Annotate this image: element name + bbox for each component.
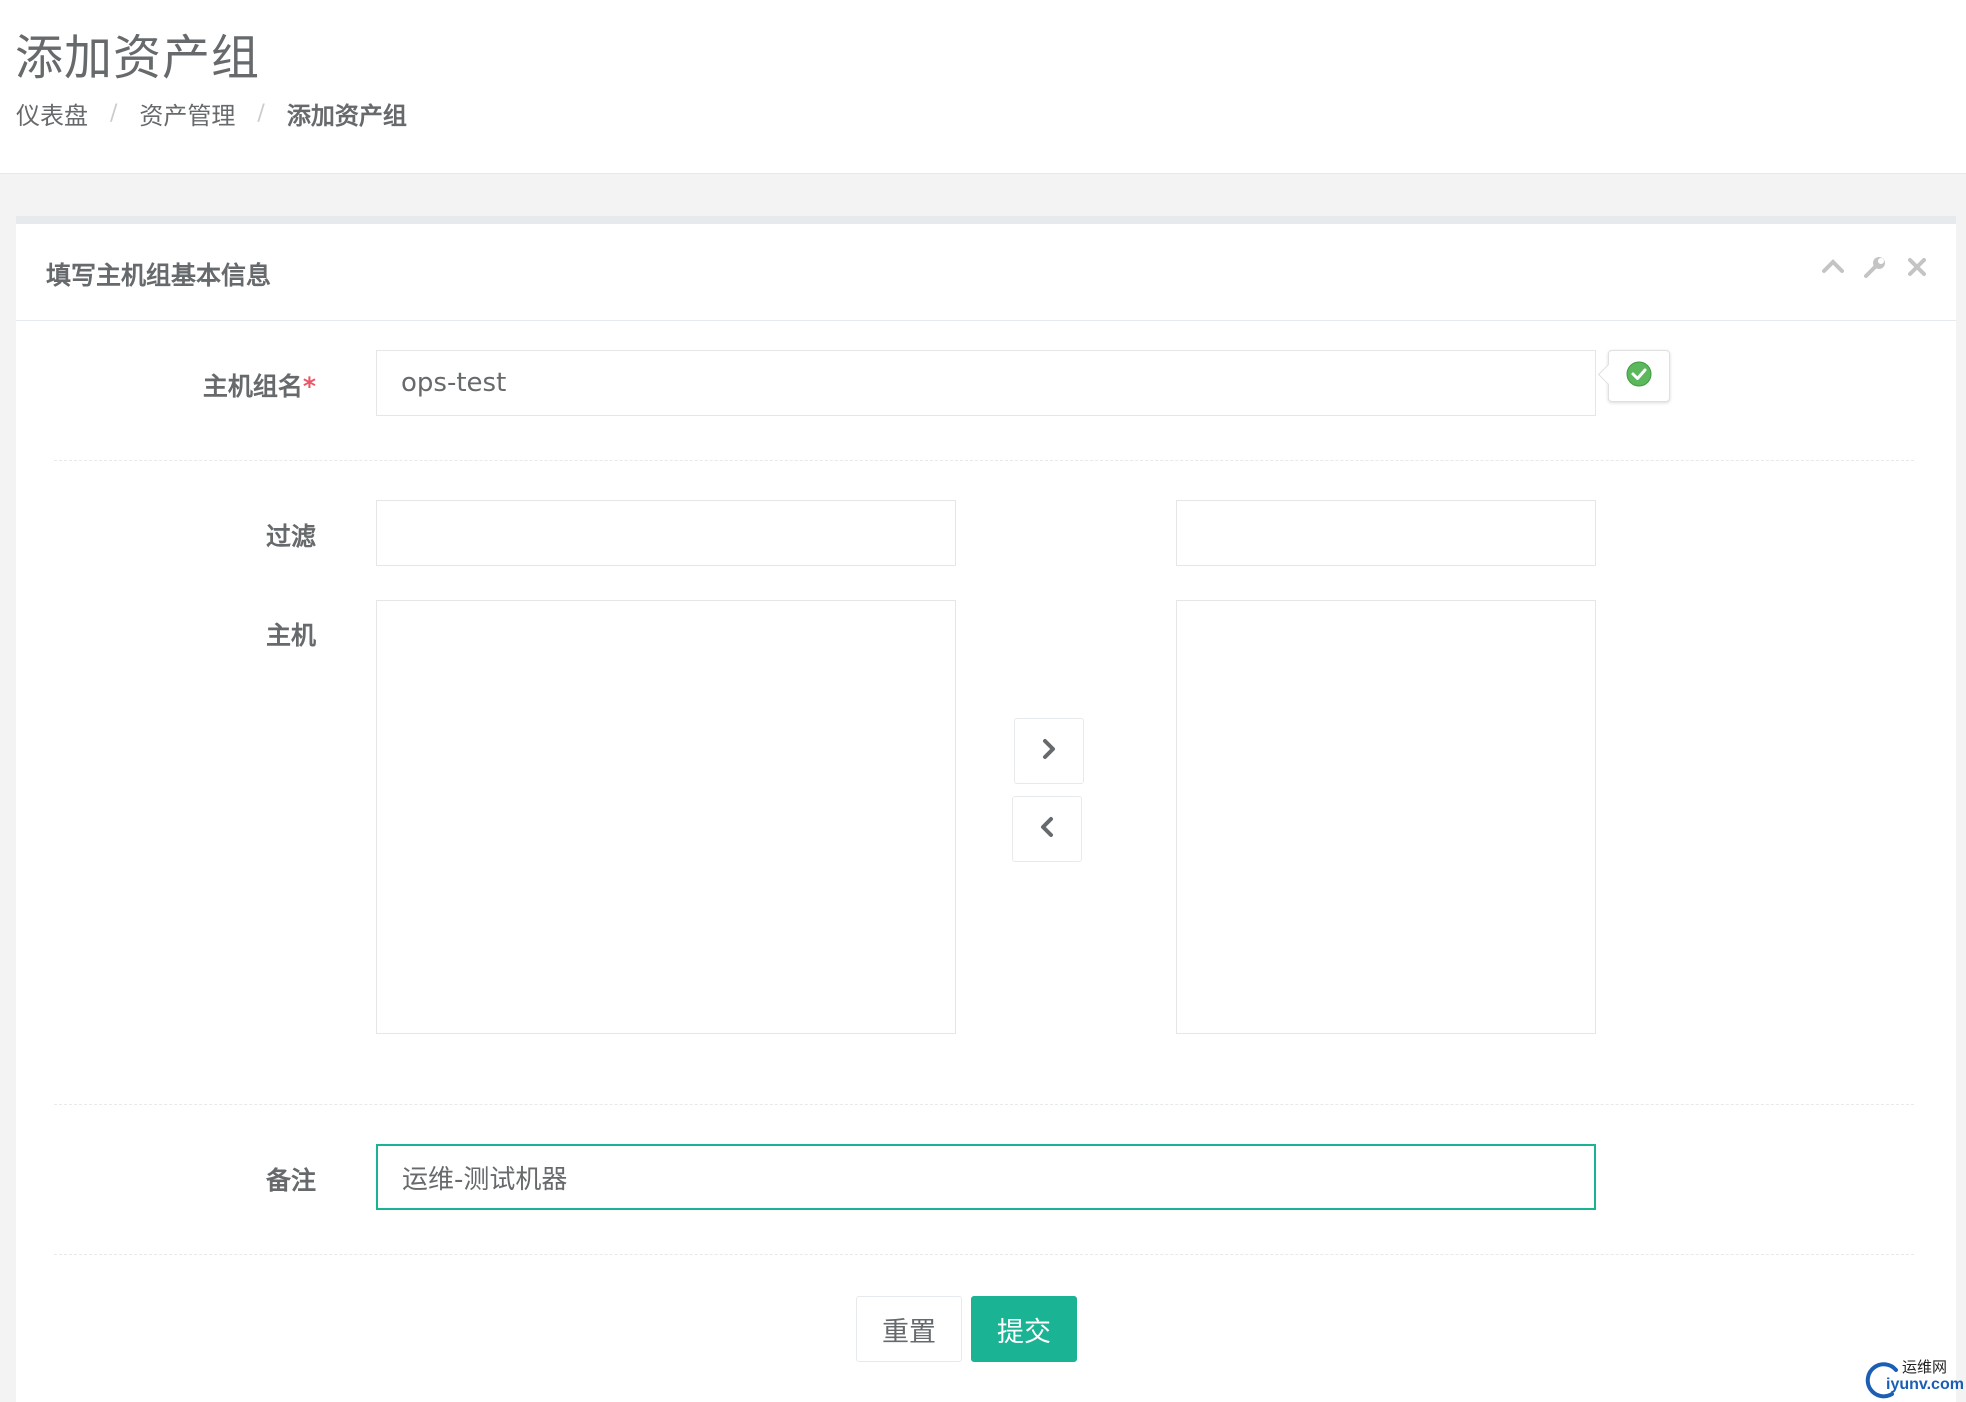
page-heading: 添加资产组 仪表盘 / 资产管理 / 添加资产组	[0, 0, 1966, 174]
wrench-icon[interactable]	[1862, 254, 1888, 280]
move-right-button[interactable]	[1014, 718, 1084, 784]
watermark-logo: 运维网 iyunv.com	[1862, 1352, 1966, 1402]
reset-button[interactable]: 重置	[856, 1296, 962, 1362]
group-name-value: ops-test	[401, 368, 507, 398]
breadcrumb-dashboard[interactable]: 仪表盘	[16, 96, 88, 131]
group-name-label-text: 主机组名	[202, 372, 303, 401]
hosts-label: 主机	[265, 621, 316, 650]
group-name-input[interactable]: ops-test	[376, 350, 1596, 416]
chevron-left-icon	[1036, 814, 1058, 844]
watermark-text-top: 运维网	[1902, 1359, 1948, 1376]
check-circle-icon	[1626, 361, 1652, 391]
panel-tools	[1820, 254, 1930, 280]
filter-label: 过滤	[265, 522, 316, 551]
page-title: 添加资产组	[15, 30, 261, 86]
watermark-text-bottom: iyunv.com	[1886, 1376, 1964, 1393]
breadcrumb-current: 添加资产组	[286, 102, 407, 130]
chevron-up-icon[interactable]	[1820, 254, 1846, 280]
breadcrumb-separator: /	[257, 101, 265, 126]
remark-input[interactable]: 运维-测试机器	[376, 1144, 1596, 1210]
close-icon[interactable]	[1904, 254, 1930, 280]
validation-tooltip	[1608, 350, 1670, 402]
submit-button[interactable]: 提交	[971, 1296, 1077, 1362]
remark-label: 备注	[265, 1166, 316, 1195]
required-mark: *	[302, 372, 316, 401]
panel-title: 填写主机组基本信息	[46, 261, 272, 290]
breadcrumb: 仪表盘 / 资产管理 / 添加资产组	[16, 96, 407, 131]
form-panel: 填写主机组基本信息 主机组名* ops-test 过滤 主机 备注 运维-测试机…	[16, 216, 1956, 1402]
divider	[54, 460, 1914, 461]
filter-input-left[interactable]	[376, 500, 956, 566]
panel-header: 填写主机组基本信息	[16, 224, 1956, 321]
remark-value: 运维-测试机器	[402, 1164, 568, 1195]
filter-input-right[interactable]	[1176, 500, 1596, 566]
available-hosts-list[interactable]	[376, 600, 956, 1034]
divider	[54, 1104, 1914, 1105]
breadcrumb-asset-management[interactable]: 资产管理	[139, 96, 235, 131]
breadcrumb-separator: /	[110, 101, 118, 126]
divider	[54, 1254, 1914, 1255]
move-left-button[interactable]	[1012, 796, 1082, 862]
group-name-label: 主机组名*	[86, 367, 316, 403]
chevron-right-icon	[1038, 736, 1060, 766]
selected-hosts-list[interactable]	[1176, 600, 1596, 1034]
